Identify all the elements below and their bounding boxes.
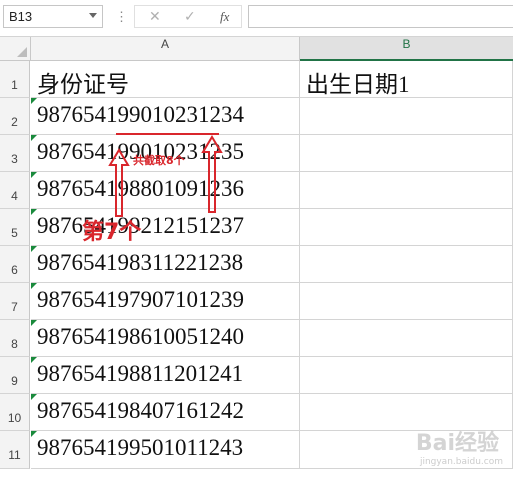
row-header[interactable]: 1 — [0, 61, 30, 98]
cell-value: 987654198610051240 — [37, 324, 244, 349]
cell-value: 987654198811201241 — [37, 361, 244, 386]
column-header-a[interactable]: A — [31, 37, 300, 60]
cell-b[interactable] — [300, 283, 513, 320]
cell-value: 身份证号 — [37, 72, 129, 97]
cell-value: 出生日期1 — [306, 72, 410, 97]
start-arrow-icon — [108, 148, 130, 217]
cell-a[interactable]: 987654197907101239 — [31, 283, 300, 320]
cell-a[interactable]: 身份证号 — [31, 61, 300, 98]
cell-a[interactable]: 987654198311221238 — [31, 246, 300, 283]
cell-value: 987654199501011243 — [37, 435, 244, 460]
row-header[interactable]: 2 — [0, 98, 30, 135]
watermark-logo: Bai经验 — [415, 431, 499, 456]
start-position-label: 第7个 — [82, 220, 142, 245]
cell-a[interactable]: 987654199212151237 — [31, 209, 300, 246]
row-header[interactable]: 6 — [0, 246, 30, 283]
cell-value: 987654198311221238 — [37, 250, 244, 275]
cell-a[interactable]: 987654198811201241 — [31, 357, 300, 394]
cell-a[interactable]: 987654198407161242 — [31, 394, 300, 431]
cell-b[interactable] — [300, 320, 513, 357]
row-header[interactable]: 9 — [0, 357, 30, 394]
row-header[interactable]: 3 — [0, 135, 30, 172]
chevron-down-icon[interactable] — [89, 13, 97, 18]
cell-a[interactable]: 987654198801091236 — [31, 172, 300, 209]
cell-a[interactable]: 987654199010231234 — [31, 98, 300, 135]
row-header[interactable]: 4 — [0, 172, 30, 209]
watermark-url: jingyan.baidu.com — [419, 457, 503, 467]
span-label: 共截取8个 — [133, 154, 185, 167]
formula-buttons: ✕ ✓ fx — [134, 5, 242, 28]
row-header[interactable]: 7 — [0, 283, 30, 320]
cell-b[interactable] — [300, 357, 513, 394]
confirm-icon[interactable]: ✓ — [184, 9, 196, 25]
end-arrow-icon — [201, 135, 223, 213]
more-icon: ⋮ — [115, 9, 128, 24]
row-header[interactable]: 8 — [0, 320, 30, 357]
cell-value: 987654197907101239 — [37, 287, 244, 312]
select-all-button[interactable] — [0, 37, 31, 60]
insert-function-icon[interactable]: fx — [220, 9, 229, 25]
formula-bar: B13 ⋮ ✕ ✓ fx — [0, 0, 513, 37]
cell-value: 987654199010231234 — [37, 102, 244, 127]
cell-b[interactable]: 出生日期1 — [300, 61, 513, 98]
cancel-icon[interactable]: ✕ — [149, 9, 161, 25]
cell-b[interactable] — [300, 172, 513, 209]
name-box-value: B13 — [9, 9, 33, 24]
row-header[interactable]: 5 — [0, 209, 30, 246]
column-header-bar: A B — [0, 37, 513, 61]
cell-b[interactable] — [300, 209, 513, 246]
cell-value: 987654198407161242 — [37, 398, 244, 423]
cell-a[interactable]: 987654198610051240 — [31, 320, 300, 357]
column-header-b[interactable]: B — [300, 37, 513, 61]
row-header[interactable]: 10 — [0, 394, 30, 431]
formula-input[interactable] — [248, 5, 513, 28]
cell-b[interactable] — [300, 135, 513, 172]
cell-a[interactable]: 987654199501011243 — [31, 431, 300, 469]
cell-b[interactable] — [300, 98, 513, 135]
row-header[interactable]: 11 — [0, 431, 30, 469]
select-all-icon — [17, 47, 27, 57]
cell-b[interactable] — [300, 246, 513, 283]
name-box[interactable]: B13 — [3, 5, 103, 28]
